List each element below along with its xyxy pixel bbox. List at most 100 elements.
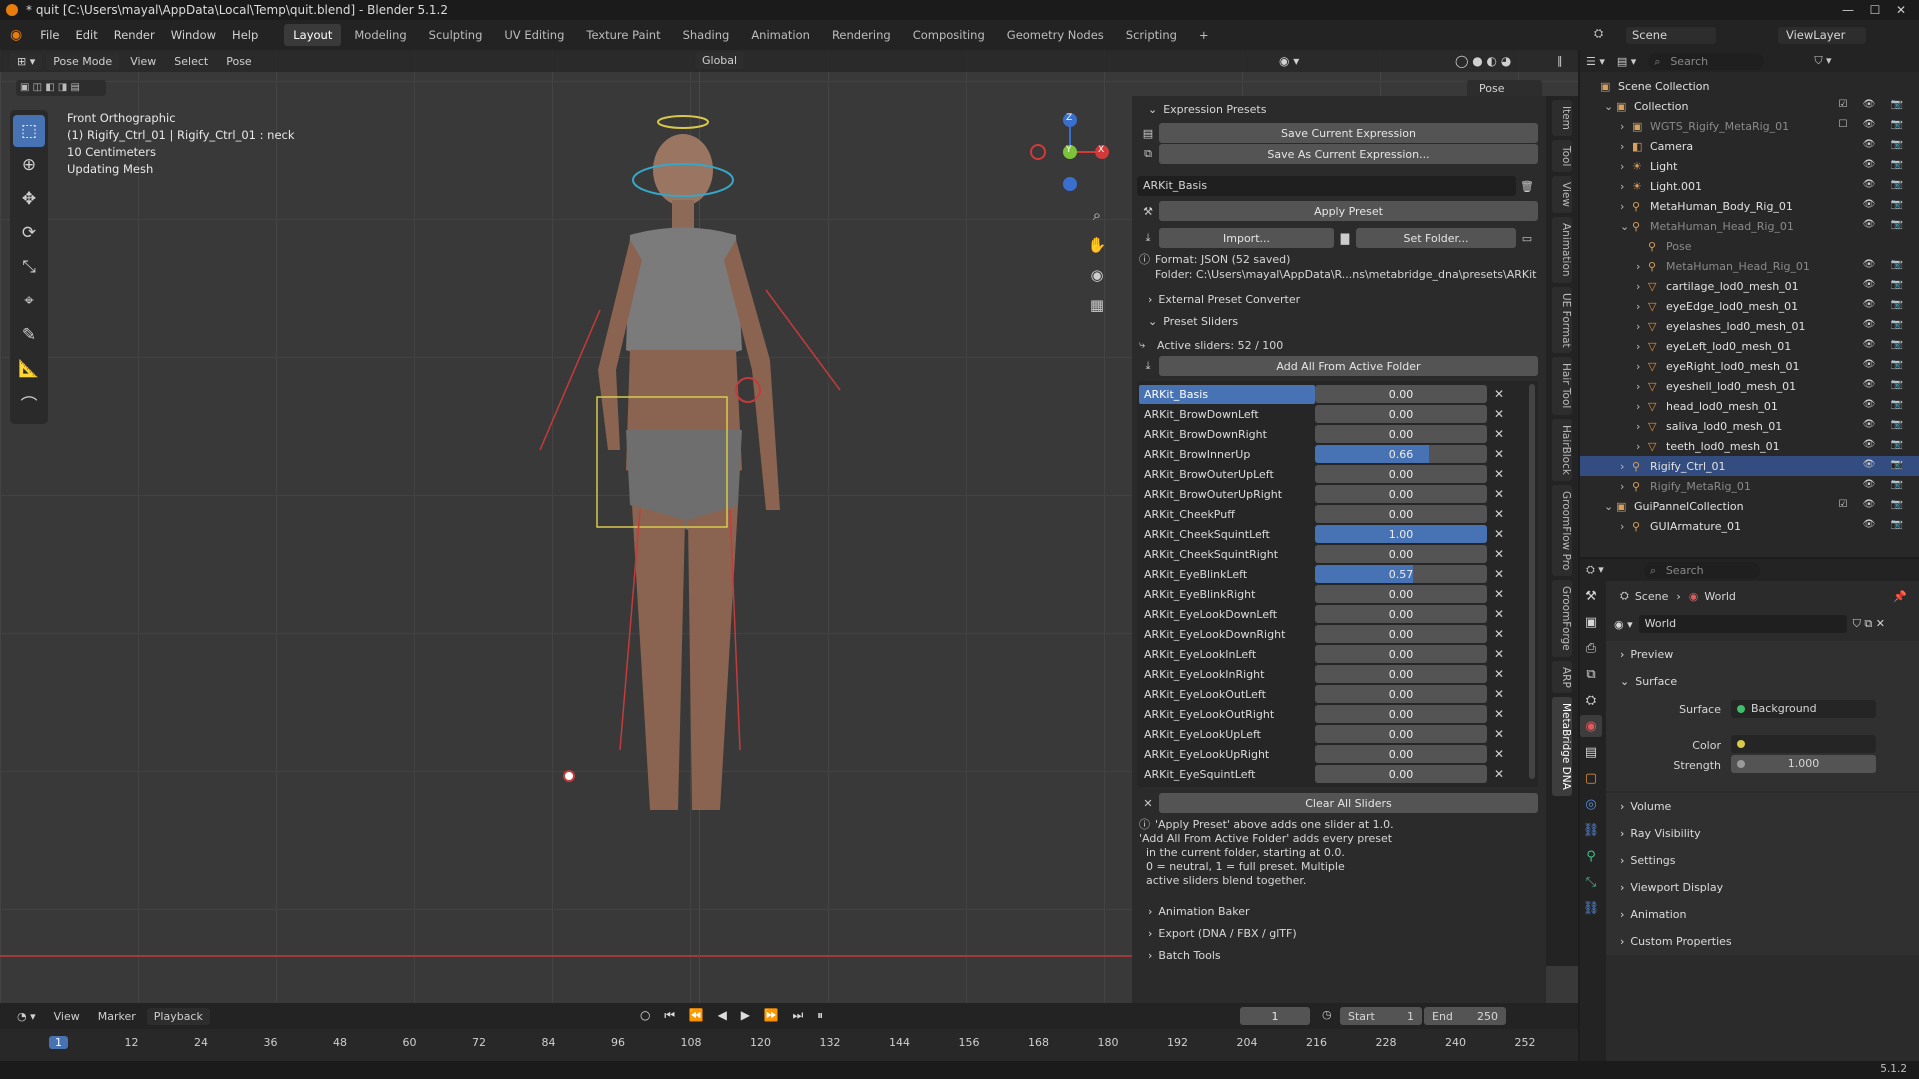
slider-name[interactable]: ARKit_EyeLookDownLeft [1139,605,1315,624]
slider-list[interactable]: ARKit_Basis 0.00 ✕ ARKit_BrowDownLeft 0.00 ✕ A… [1137,381,1538,787]
preview-panel-header[interactable]: › Preview [1606,641,1919,668]
outliner-item[interactable]: › ◧ Camera 👁 📷 [1580,136,1919,156]
slider-row[interactable]: ARKit_BrowOuterUpRight 0.00 ✕ [1139,484,1536,504]
remove-slider-icon[interactable]: ✕ [1487,767,1511,781]
visibility-toggle-icons[interactable]: ☑ 👁 📷 [1839,499,1909,510]
tab-tool[interactable]: Tool [1552,139,1572,173]
slider-row[interactable]: ARKit_Basis 0.00 ✕ [1139,384,1536,404]
slider-row[interactable]: ARKit_CheekPuff 0.00 ✕ [1139,504,1536,524]
world-name-field[interactable]: World [1638,615,1847,633]
expand-arrow-icon[interactable]: ⌄ [1620,220,1632,233]
timeline-editor-type[interactable]: ◔ ▾ [10,1008,43,1025]
slider-value[interactable]: 0.00 [1315,665,1487,683]
workspace-tab-geometry-nodes[interactable]: Geometry Nodes [998,24,1113,46]
remove-slider-icon[interactable]: ✕ [1487,407,1511,421]
slider-value[interactable]: 0.66 [1315,445,1487,463]
visibility-toggle-icons[interactable]: 👁 📷 [1863,379,1909,390]
slider-name[interactable]: ARKit_EyeLookDownRight [1139,625,1315,644]
workspace-tab-texture-paint[interactable]: Texture Paint [577,24,669,46]
expand-arrow-icon[interactable]: › [1620,520,1632,533]
custom-properties-panel-header[interactable]: › Custom Properties [1606,928,1919,955]
tab-groomforge[interactable]: GroomForge [1552,579,1572,657]
remove-slider-icon[interactable]: ✕ [1487,647,1511,661]
bone-tab-icon[interactable]: ⤡ [1580,871,1602,893]
visibility-toggle-icons[interactable]: 👁 📷 [1863,519,1909,530]
visibility-toggle-icons[interactable]: 👁 📷 [1863,199,1909,210]
workspace-tab-scripting[interactable]: Scripting [1117,24,1186,46]
tab-groomflow-pro[interactable]: GroomFlow Pro [1552,484,1572,576]
slider-name[interactable]: ARKit_BrowInnerUp [1139,445,1315,464]
slider-row[interactable]: ARKit_EyeLookDownRight 0.00 ✕ [1139,624,1536,644]
outliner-item[interactable]: › ▽ eyeRight_lod0_mesh_01 👁 📷 [1580,356,1919,376]
slider-row[interactable]: ARKit_EyeLookOutLeft 0.00 ✕ [1139,684,1536,704]
blender-menu-icon[interactable]: ◉ [10,27,22,43]
outliner-item[interactable]: › ⚲ Rigify_Ctrl_01 👁 📷 [1580,456,1919,476]
workspace-tab-sculpting[interactable]: Sculpting [420,24,492,46]
transform-orientation-selector[interactable]: Global [695,52,745,69]
slider-value[interactable]: 0.00 [1315,765,1487,783]
visibility-toggle-icons[interactable]: 👁 📷 [1863,159,1909,170]
workspace-tab-layout[interactable]: Layout [284,24,342,46]
cursor-icon[interactable]: ⊕ [13,149,45,181]
visibility-toggle-icons[interactable]: 👁 📷 [1863,299,1909,310]
animation-baker-header[interactable]: › Animation Baker [1132,900,1546,922]
slider-name[interactable]: ARKit_BrowDownRight [1139,425,1315,444]
annotate-icon[interactable]: ✎ [13,319,45,351]
close-window-button[interactable]: ✕ [1879,0,1919,20]
expand-arrow-icon[interactable]: › [1620,480,1632,493]
remove-slider-icon[interactable]: ✕ [1487,547,1511,561]
world-browse-icon[interactable]: ◉ ▾ [1614,618,1633,631]
expand-arrow-icon[interactable]: › [1636,360,1648,373]
slider-name[interactable]: ARKit_EyeLookOutRight [1139,705,1315,724]
scene-tab-icon[interactable]: ⛭ [1580,689,1602,711]
slider-value[interactable]: 0.00 [1315,545,1487,563]
outliner-item[interactable]: › ☀ Light 👁 📷 [1580,156,1919,176]
volume-panel-header[interactable]: › Volume [1606,793,1919,820]
remove-slider-icon[interactable]: ✕ [1487,627,1511,641]
head-control-ring[interactable] [657,115,709,129]
expand-arrow-icon[interactable]: › [1620,160,1632,173]
menu-file[interactable]: File [32,28,67,42]
properties-search-input[interactable]: ⌕ Search [1643,561,1760,579]
visibility-toggle-icons[interactable]: 👁 📷 [1863,359,1909,370]
zoom-icon[interactable]: ⌕ [1086,200,1108,230]
selection-mode-icons[interactable]: ▣ ◫ ◧ ◨ ▤ [16,80,106,96]
slider-row[interactable]: ARKit_BrowDownRight 0.00 ✕ [1139,424,1536,444]
menu-render[interactable]: Render [106,28,163,42]
pan-hand-icon[interactable]: ✋ [1086,230,1108,260]
visibility-toggle-icons[interactable]: 👁 📷 [1863,219,1909,230]
outliner-item[interactable]: › ▽ eyeshell_lod0_mesh_01 👁 📷 [1580,376,1919,396]
outliner-item[interactable]: › ▽ eyeLeft_lod0_mesh_01 👁 📷 [1580,336,1919,356]
outliner-item[interactable]: ⌄ ▣ Collection ☑ 👁 📷 [1580,96,1919,116]
slider-row[interactable]: ARKit_BrowInnerUp 0.66 ✕ [1139,444,1536,464]
remove-slider-icon[interactable]: ✕ [1487,527,1511,541]
outliner-item[interactable]: ▣ Scene Collection [1580,76,1919,96]
slider-name[interactable]: ARKit_CheekSquintRight [1139,545,1315,564]
animation-panel-header[interactable]: › Animation [1606,901,1919,928]
export-header[interactable]: › Export (DNA / FBX / glTF) [1132,922,1546,944]
slider-row[interactable]: ARKit_EyeBlinkRight 0.00 ✕ [1139,584,1536,604]
remove-slider-icon[interactable]: ✕ [1487,427,1511,441]
surface-panel-header[interactable]: ⌄ Surface [1606,668,1919,695]
slider-name[interactable]: ARKit_BrowOuterUpLeft [1139,465,1315,484]
outliner-item[interactable]: › ▽ head_lod0_mesh_01 👁 📷 [1580,396,1919,416]
slider-value[interactable]: 0.00 [1315,685,1487,703]
tab-ue-format[interactable]: UE Format [1552,286,1572,354]
expand-arrow-icon[interactable]: › [1636,280,1648,293]
data-tab-icon[interactable]: ⚲ [1580,845,1602,867]
toggle-sidebar-icon[interactable]: ‖ [1550,52,1570,69]
editor-type-button[interactable]: ⊞ ▾ [10,52,43,70]
color-field[interactable] [1731,735,1876,753]
slider-name[interactable]: ARKit_EyeLookOutLeft [1139,685,1315,704]
external-converter-header[interactable]: › External Preset Converter [1132,288,1546,310]
remove-slider-icon[interactable]: ✕ [1487,707,1511,721]
expand-arrow-icon[interactable]: ⌄ [1604,500,1616,513]
expand-arrow-icon[interactable]: › [1620,180,1632,193]
expand-arrow-icon[interactable]: › [1636,380,1648,393]
slider-value[interactable]: 0.00 [1315,645,1487,663]
outliner-item[interactable]: › ▽ cartilage_lod0_mesh_01 👁 📷 [1580,276,1919,296]
set-folder-button[interactable]: Set Folder... [1356,228,1516,248]
strength-field[interactable]: 1.000 [1731,755,1876,773]
mode-selector[interactable]: Pose Mode [46,52,120,70]
slider-row[interactable]: ARKit_EyeLookDownLeft 0.00 ✕ [1139,604,1536,624]
